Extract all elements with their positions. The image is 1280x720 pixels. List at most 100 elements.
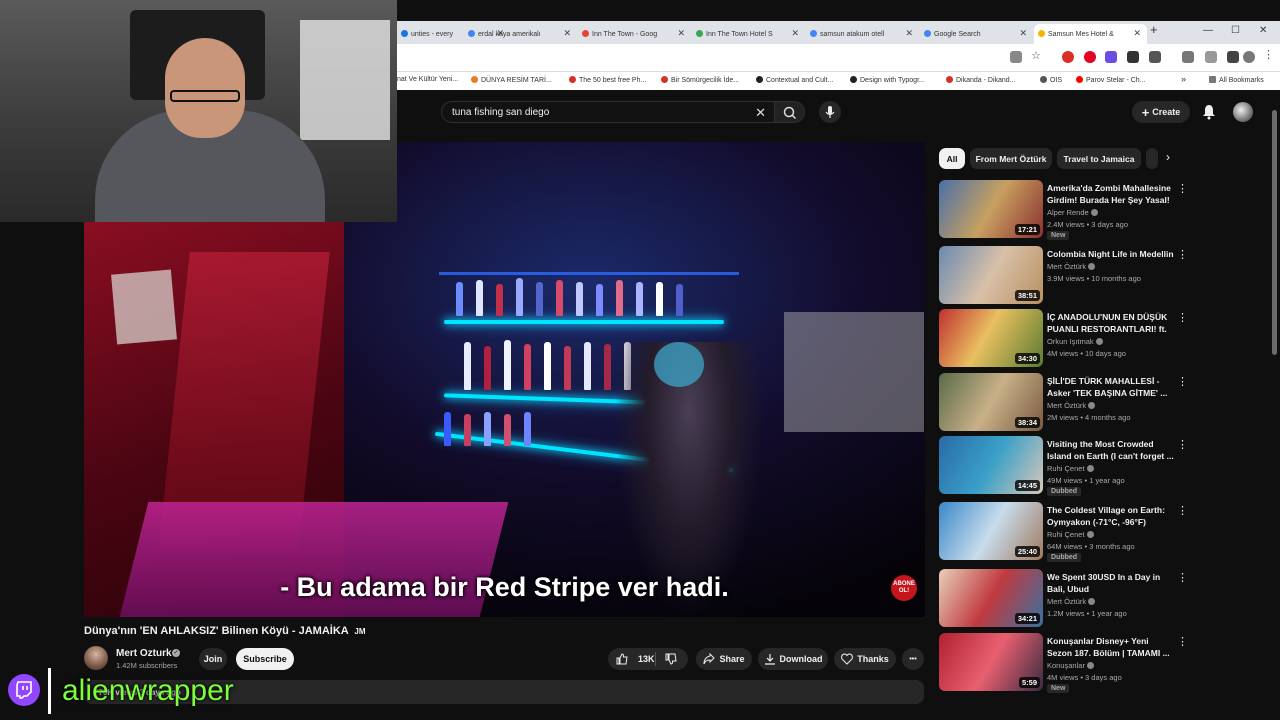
close-tab-icon[interactable]: ✕ (563, 28, 571, 39)
recommendation-item[interactable]: 25:40 The Coldest Village on Earth: Oymy… (939, 502, 1269, 562)
clear-search-icon[interactable]: ✕ (755, 105, 766, 121)
more-options-icon[interactable]: ⋮ (1177, 571, 1188, 584)
recommendation-item[interactable]: 34:30 İÇ ANADOLU'NUN EN DÜŞÜK PUANLI RES… (939, 309, 1269, 369)
thanks-button[interactable]: Thanks (834, 648, 896, 670)
search-input[interactable]: tuna fishing san diego ✕ (441, 101, 775, 123)
chip-travel-to-jamaica[interactable]: Travel to Jamaica (1057, 148, 1141, 169)
video-thumbnail[interactable]: 25:40 (939, 502, 1043, 560)
like-button[interactable]: 13K (616, 653, 655, 665)
voice-search-button[interactable] (819, 101, 841, 123)
bookmark-item[interactable]: Bir Sömürgecilik İde... (661, 76, 739, 84)
recommendation-channel[interactable]: Mert Öztürk (1047, 262, 1096, 271)
download-button[interactable]: Download (758, 648, 828, 670)
search-button[interactable] (775, 101, 805, 123)
more-options-icon[interactable]: ⋮ (1177, 182, 1188, 195)
chevron-right-icon[interactable]: › (1166, 150, 1170, 164)
close-tab-icon[interactable]: ✕ (1019, 28, 1027, 39)
close-tab-icon[interactable]: ✕ (1133, 28, 1141, 39)
sidepanel-icon[interactable] (1227, 51, 1239, 63)
subscribe-button[interactable]: Subscribe (236, 648, 294, 670)
close-tab-icon[interactable]: ✕ (677, 28, 685, 39)
browser-tab[interactable]: Google Search ✕ (920, 24, 1033, 44)
minimize-button[interactable]: — (1203, 25, 1213, 36)
browser-tab-active[interactable]: Samsun Mes Hotel & ✕ (1034, 24, 1147, 44)
chip-partial[interactable] (1146, 148, 1158, 169)
channel-name[interactable]: Mert Ozturk (116, 648, 172, 659)
close-tab-icon[interactable]: ✕ (791, 28, 799, 39)
bookmark-item[interactable]: nat Ve Kültür Yeni... (397, 76, 458, 83)
bookmark-item[interactable]: OIS (1040, 76, 1062, 84)
video-thumbnail[interactable]: 14:45 (939, 436, 1043, 494)
chip-from-channel[interactable]: From Mert Öztürk (970, 148, 1052, 169)
recommendation-title[interactable]: We Spent 30USD In a Day in Bali, Ubud (1047, 571, 1175, 595)
more-actions-button[interactable]: ••• (902, 648, 924, 670)
notifications-bell-icon[interactable] (1202, 104, 1216, 125)
account-avatar[interactable] (1233, 102, 1253, 122)
video-thumbnail[interactable]: 34:30 (939, 309, 1043, 367)
recommendation-item[interactable]: 17:21 Amerika'da Zombi Mahallesine Girdi… (939, 180, 1269, 240)
subscribe-watermark[interactable]: ABONE OL! (891, 575, 917, 601)
browser-tab[interactable]: erdal kaya amerikalı ✕ (464, 24, 577, 44)
recommendation-title[interactable]: The Coldest Village on Earth: Oymyakon (… (1047, 504, 1175, 528)
page-scrollbar[interactable] (1272, 110, 1277, 355)
cast-icon[interactable] (1182, 51, 1194, 63)
recommendation-item[interactable]: 34:21 We Spent 30USD In a Day in Bali, U… (939, 569, 1269, 629)
create-button[interactable]: + Create (1132, 101, 1190, 123)
browser-tab[interactable]: Inn The Town - Goog ✕ (578, 24, 691, 44)
recommendation-title[interactable]: Visiting the Most Crowded Island on Eart… (1047, 438, 1175, 462)
close-window-button[interactable]: ✕ (1259, 25, 1267, 36)
recommendation-title[interactable]: Colombia Night Life in Medellin (1047, 248, 1175, 260)
more-options-icon[interactable]: ⋮ (1177, 311, 1188, 324)
recommendation-channel[interactable]: Ruhi Çenet (1047, 464, 1094, 473)
all-bookmarks-button[interactable]: All Bookmarks (1209, 76, 1264, 84)
bookmark-item[interactable]: Design with Typogr... (850, 76, 925, 84)
pinterest-icon[interactable] (1084, 51, 1096, 63)
bookmark-item[interactable]: Parov Stelar - Ch... (1076, 76, 1146, 84)
video-thumbnail[interactable]: 38:51 (939, 246, 1043, 304)
install-icon[interactable] (1010, 51, 1022, 63)
recommendation-channel[interactable]: Alper Rende (1047, 208, 1098, 217)
bookmark-item[interactable]: Contextual and Cult... (756, 76, 833, 84)
more-options-icon[interactable]: ⋮ (1177, 504, 1188, 517)
extensions-puzzle-icon[interactable] (1149, 51, 1161, 63)
more-bookmarks-button[interactable]: » (1181, 74, 1186, 84)
more-options-icon[interactable]: ⋮ (1177, 635, 1188, 648)
extension-d-icon[interactable] (1105, 51, 1117, 63)
recommendation-channel[interactable]: Mert Öztürk (1047, 401, 1096, 410)
extension-icon[interactable] (1062, 51, 1074, 63)
recommendation-title[interactable]: ŞİLİ'DE TÜRK MAHALLESİ - Asker 'TEK BAŞI… (1047, 375, 1175, 399)
extension-icon[interactable] (1127, 51, 1139, 63)
recommendation-channel[interactable]: Konuşanlar (1047, 661, 1094, 670)
browser-tab[interactable]: samsun atakum otell ✕ (806, 24, 919, 44)
menu-kebab-icon[interactable]: ⋮ (1263, 48, 1275, 61)
profile-avatar[interactable] (1243, 51, 1255, 63)
browser-tab[interactable]: Inn The Town Hotel S ✕ (692, 24, 805, 44)
more-options-icon[interactable]: ⋮ (1177, 248, 1188, 261)
close-tab-icon[interactable]: ✕ (905, 28, 913, 39)
bookmark-item[interactable]: Dikanda - Dikand... (946, 76, 1016, 84)
recommendation-channel[interactable]: Ruhi Çenet (1047, 530, 1094, 539)
chip-all[interactable]: All (939, 148, 965, 169)
recommendation-title[interactable]: İÇ ANADOLU'NUN EN DÜŞÜK PUANLI RESTORANT… (1047, 311, 1175, 336)
recommendation-item[interactable]: 38:51 Colombia Night Life in Medellin Me… (939, 246, 1269, 306)
maximize-button[interactable]: ☐ (1231, 25, 1240, 36)
recommendation-title[interactable]: Amerika'da Zombi Mahallesine Girdim! Bur… (1047, 182, 1175, 207)
recommendation-item[interactable]: 38:34 ŞİLİ'DE TÜRK MAHALLESİ - Asker 'TE… (939, 373, 1269, 433)
share-button[interactable]: Share (696, 648, 752, 670)
channel-avatar[interactable] (84, 646, 108, 670)
recommendation-item[interactable]: 5:59 Konuşanlar Disney+ Yeni Sezon 187. … (939, 633, 1269, 693)
dislike-button[interactable] (665, 653, 677, 667)
bookmark-item[interactable]: The 50 best free Ph... (569, 76, 646, 84)
recommendation-item[interactable]: 14:45 Visiting the Most Crowded Island o… (939, 436, 1269, 496)
bookmark-item[interactable]: DÜNYA RESİM TARİ... (471, 76, 552, 84)
video-thumbnail[interactable]: 17:21 (939, 180, 1043, 238)
more-options-icon[interactable]: ⋮ (1177, 438, 1188, 451)
new-tab-button[interactable]: + (1150, 22, 1158, 37)
video-thumbnail[interactable]: 34:21 (939, 569, 1043, 627)
bookmark-star-icon[interactable]: ☆ (1031, 49, 1043, 62)
download-icon[interactable] (1205, 51, 1217, 63)
recommendation-title[interactable]: Konuşanlar Disney+ Yeni Sezon 187. Bölüm… (1047, 635, 1175, 659)
recommendation-channel[interactable]: Mert Öztürk (1047, 597, 1096, 606)
recommendation-channel[interactable]: Orkun Işıtmak (1047, 337, 1103, 346)
video-thumbnail[interactable]: 38:34 (939, 373, 1043, 431)
